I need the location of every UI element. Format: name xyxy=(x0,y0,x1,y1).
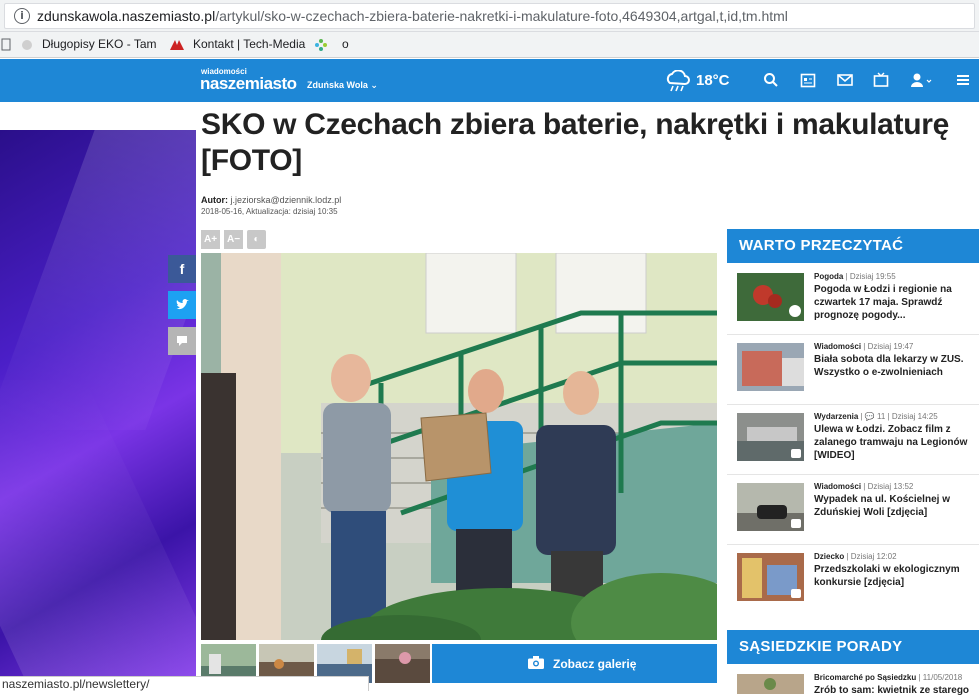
article-headline[interactable]: Ulewa w Łodzi. Zobacz film z zalanego tr… xyxy=(814,423,976,462)
bookmark-o[interactable]: o xyxy=(342,37,349,51)
city-selector[interactable]: Zduńska Wola ⌄ xyxy=(307,80,378,91)
site-header: wiadomości naszemiasto Zduńska Wola ⌄ 18… xyxy=(0,59,979,102)
rain-cloud-icon[interactable] xyxy=(664,70,690,92)
sidebar-heading-warto: WARTO PRZECZYTAĆ xyxy=(727,229,979,263)
sidebar-article[interactable]: Pogoda | Dzisiaj 19:55 Pogoda w Łodzi i … xyxy=(727,265,979,335)
article-meta: Wiadomości | Dzisiaj 13:52 xyxy=(814,482,914,491)
contrast-toggle-button[interactable]: ◐ xyxy=(247,230,266,249)
article-meta: Wydarzenia | 💬 11 | Dzisiaj 14:25 xyxy=(814,412,938,421)
page-icon xyxy=(1,38,11,51)
comment-share-button[interactable] xyxy=(168,327,196,355)
advertisement-banner[interactable] xyxy=(0,130,196,691)
article-thumbnail[interactable] xyxy=(737,413,804,461)
browser-toolbar: i zdunskawola.naszemiasto.pl/artykul/sko… xyxy=(0,0,979,32)
info-icon[interactable]: i xyxy=(14,8,30,24)
sidebar-porada[interactable]: Bricomarché po Sąsiedzku | 11/05/2018 Zr… xyxy=(727,666,979,696)
browser-status-url: naszemiasto.pl/newslettery/ xyxy=(0,676,369,691)
comment-count: 11 xyxy=(877,412,886,421)
article-thumbnail[interactable] xyxy=(737,343,804,391)
green-star-favicon-icon xyxy=(315,39,327,51)
tv-icon[interactable] xyxy=(873,72,889,88)
article-thumbnail[interactable] xyxy=(737,273,804,321)
temperature[interactable]: 18°C xyxy=(696,72,730,89)
facebook-share-button[interactable]: f xyxy=(168,255,196,283)
sidebar-article[interactable]: Dziecko | Dzisiaj 12:02 Przedszkolaki w … xyxy=(727,545,979,615)
user-icon[interactable] xyxy=(910,72,934,88)
calendar-icon[interactable] xyxy=(800,72,816,88)
sidebar-article[interactable]: Wiadomości | Dzisiaj 19:47 Biała sobota … xyxy=(727,335,979,405)
article-author: Autor: j.jeziorska@dziennik.lodz.pl xyxy=(201,195,342,205)
bookmark-kontakt[interactable]: Kontakt | Tech-Media xyxy=(193,37,305,51)
menu-icon[interactable] xyxy=(955,72,971,88)
article-thumbnail[interactable] xyxy=(737,553,804,601)
article-headline[interactable]: Pogoda w Łodzi i regionie na czwartek 17… xyxy=(814,283,976,322)
article-headline[interactable]: Przedszkolaki w ekologicznym konkursie [… xyxy=(814,563,976,589)
sidebar-heading-porady: SĄSIEDZKIE PORADY xyxy=(727,630,979,664)
address-bar[interactable]: i zdunskawola.naszemiasto.pl/artykul/sko… xyxy=(4,3,975,29)
bookmark-favicon-icon xyxy=(22,40,32,50)
sidebar-article[interactable]: Wiadomości | Dzisiaj 13:52 Wypadek na ul… xyxy=(727,475,979,545)
author-email[interactable]: j.jeziorska@dziennik.lodz.pl xyxy=(231,195,342,205)
font-increase-button[interactable]: A+ xyxy=(201,230,220,249)
article-meta: Dziecko | Dzisiaj 12:02 xyxy=(814,552,897,561)
font-decrease-button[interactable]: A− xyxy=(224,230,243,249)
comment-icon xyxy=(177,336,187,346)
article-meta: Bricomarché po Sąsiedzku | 11/05/2018 xyxy=(814,673,963,682)
article-meta: Pogoda | Dzisiaj 19:55 xyxy=(814,272,896,281)
site-logo[interactable]: naszemiasto xyxy=(200,74,297,94)
article-headline[interactable]: Biała sobota dla lekarzy w ZUS. Wszystko… xyxy=(814,353,976,379)
article-date: 2018-05-16, Aktualizacja: dzisiaj 10:35 xyxy=(201,207,338,216)
article-title: SKO w Czechach zbiera baterie, nakrętki … xyxy=(201,108,950,177)
techmedia-favicon-icon xyxy=(170,40,184,50)
bookmarks-bar: Długopisy EKO - Tam Kontakt | Tech-Media… xyxy=(0,32,979,58)
sidebar-article[interactable]: Wydarzenia | 💬 11 | Dzisiaj 14:25 Ulewa … xyxy=(727,405,979,475)
url-text[interactable]: zdunskawola.naszemiasto.pl/artykul/sko-w… xyxy=(37,8,788,24)
article-thumbnail[interactable] xyxy=(737,483,804,531)
article-main-photo[interactable] xyxy=(201,253,717,640)
mail-icon[interactable] xyxy=(837,72,853,88)
article-meta: Wiadomości | Dzisiaj 19:47 xyxy=(814,342,914,351)
camera-icon xyxy=(528,656,544,669)
twitter-share-button[interactable] xyxy=(168,291,196,319)
twitter-icon xyxy=(176,299,189,310)
gallery-thumbnail[interactable] xyxy=(375,644,430,683)
search-icon[interactable] xyxy=(763,72,779,88)
article-thumbnail[interactable] xyxy=(737,674,804,694)
article-headline[interactable]: Wypadek na ul. Kościelnej w Zduńskiej Wo… xyxy=(814,493,976,519)
view-gallery-button[interactable]: Zobacz galerię xyxy=(432,644,717,683)
bookmark-dlugopisy[interactable]: Długopisy EKO - Tam xyxy=(42,37,157,51)
